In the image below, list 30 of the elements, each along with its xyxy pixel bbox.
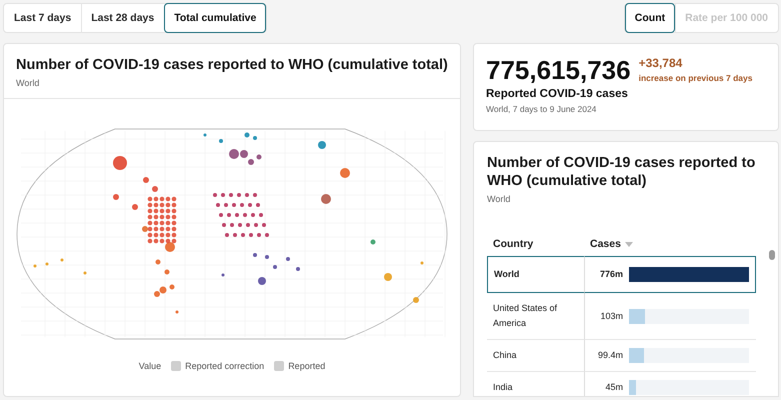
- country-cell[interactable]: India: [487, 372, 584, 396]
- country-cell[interactable]: United States of America: [487, 293, 584, 340]
- chart-subtitle: World: [487, 194, 512, 204]
- stat-note: World, 7 days to 9 June 2024: [486, 104, 598, 114]
- tab[interactable]: Total cumulative: [164, 3, 266, 33]
- country-cell[interactable]: China: [487, 340, 584, 372]
- column-header[interactable]: Country: [493, 238, 534, 250]
- legend-title: Value: [138, 361, 162, 371]
- tab[interactable]: Last 7 days: [4, 3, 82, 33]
- total-cases: 775,615,736: [486, 56, 631, 84]
- tab[interactable]: Last 28 days: [81, 3, 164, 33]
- chart-subtitle: World: [16, 78, 40, 88]
- country-cell[interactable]: World: [487, 256, 584, 293]
- stat-label: Reported COVID-19 cases: [486, 88, 629, 100]
- cases-value: 45m: [604, 381, 623, 394]
- weekly-change: +33,784: [638, 56, 684, 70]
- chart-title: Number of COVID-19 cases reported to WHO (cumulative total): [487, 154, 756, 190]
- scrollbar-thumb[interactable]: [769, 250, 775, 260]
- legend-label: Reported: [288, 361, 326, 371]
- legend-label: Reported correction: [185, 361, 264, 371]
- legend-swatch: [171, 361, 182, 371]
- cases-value: 776m: [598, 268, 623, 281]
- chart-title: Number of COVID-19 cases reported to WHO (cumulative total): [16, 56, 448, 74]
- legend-swatch: [274, 361, 284, 371]
- cases-value: 99.4m: [596, 349, 623, 362]
- sort-down-icon[interactable]: [624, 242, 633, 246]
- change-note: increase on previous 7 days: [638, 73, 752, 83]
- cases-value: 103m: [599, 310, 623, 322]
- toggle-button[interactable]: Count: [624, 3, 676, 33]
- column-header[interactable]: Cases: [590, 238, 621, 250]
